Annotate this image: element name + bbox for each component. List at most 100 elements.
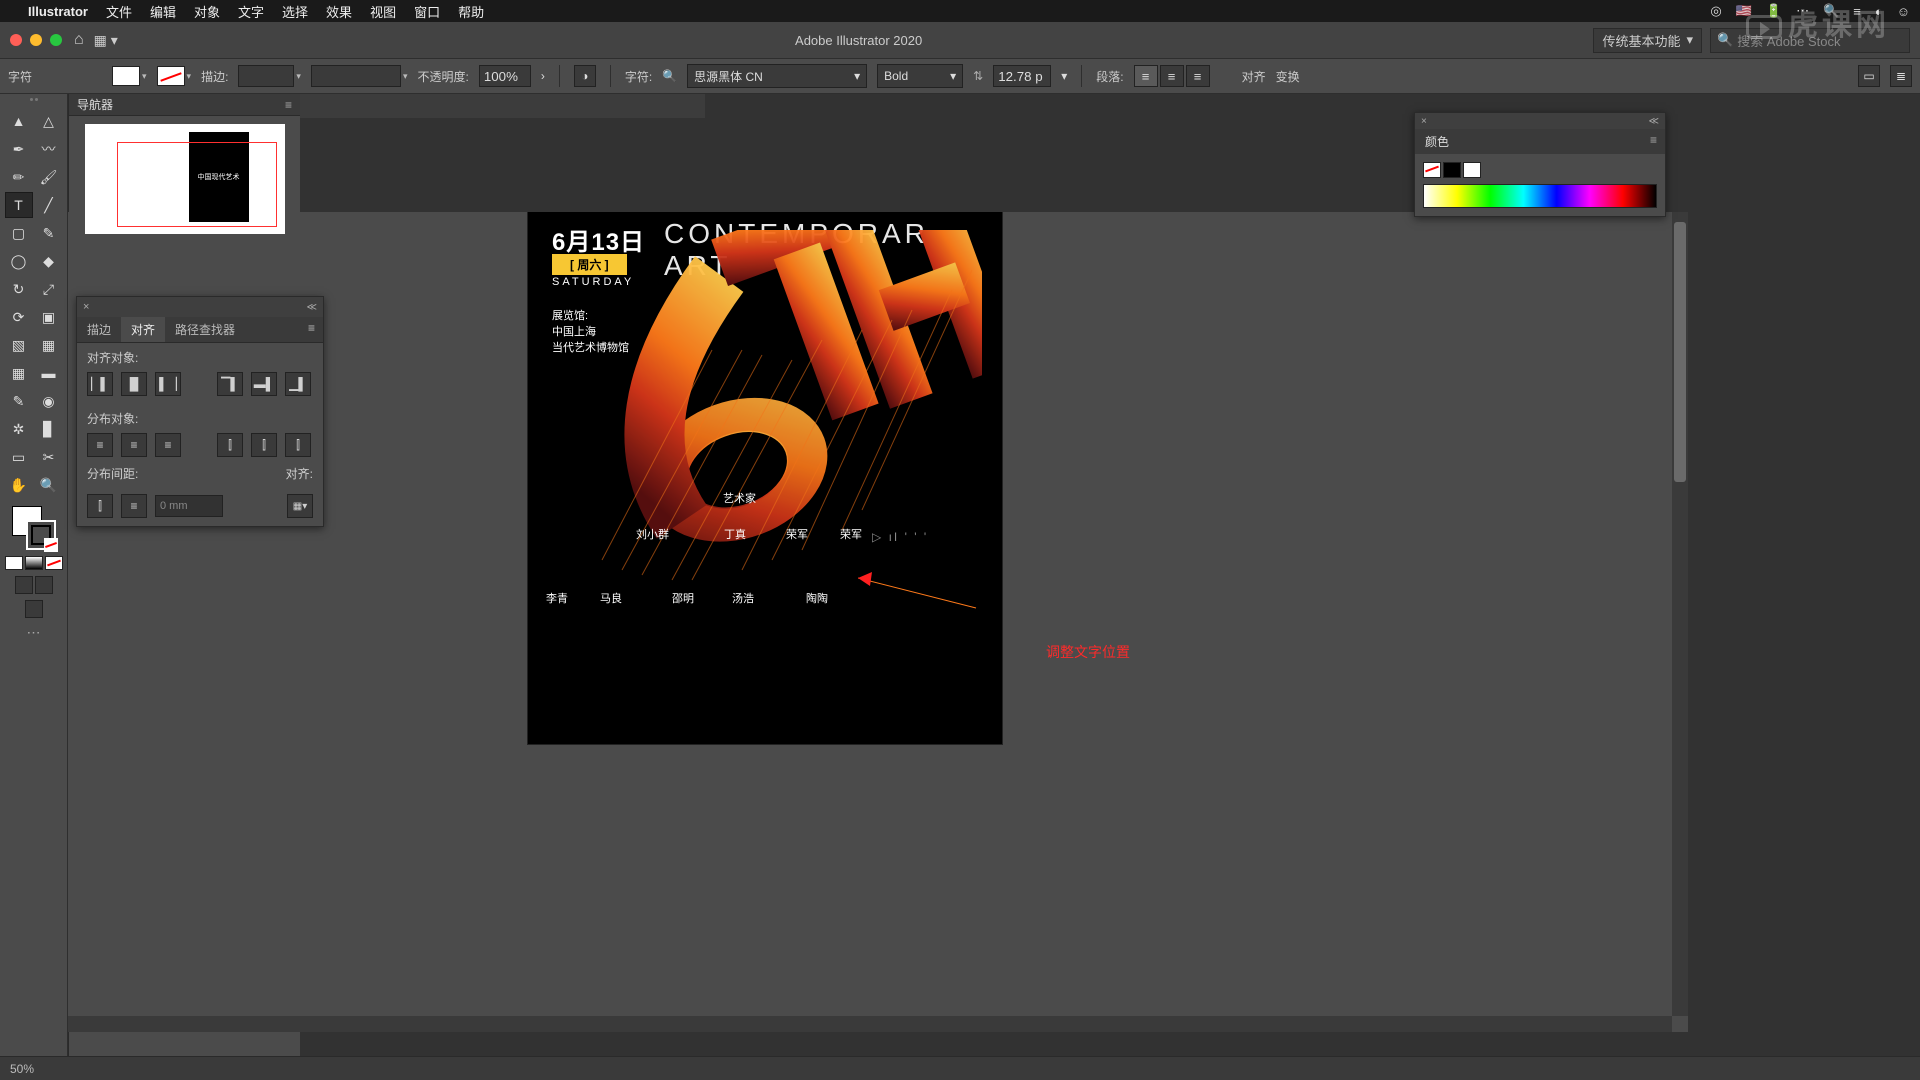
align-vcenter-icon[interactable]: ▬▌ — [251, 372, 277, 396]
menu-effect[interactable]: 效果 — [326, 2, 352, 21]
window-controls[interactable] — [10, 34, 62, 46]
tab-align[interactable]: 对齐 — [121, 317, 165, 342]
font-family-select[interactable]: 思源黑体 CN▾ — [687, 64, 867, 88]
paintbrush-tool[interactable]: ✎ — [35, 220, 63, 246]
app-menu[interactable]: Illustrator — [28, 4, 88, 19]
blend-tool[interactable]: ◉ — [35, 388, 63, 414]
screen-mode-icon[interactable] — [25, 600, 43, 618]
dist-bottom-icon[interactable]: ≡ — [155, 433, 181, 457]
isolate-icon[interactable]: ▭ — [1858, 65, 1880, 87]
menu-window[interactable]: 窗口 — [414, 2, 440, 21]
workspace-switcher[interactable]: 传统基本功能▾ — [1593, 28, 1702, 53]
black-swatch-icon[interactable] — [1443, 162, 1461, 178]
vertical-scrollbar[interactable] — [1672, 212, 1688, 1016]
slice-tool[interactable]: ✂ — [35, 444, 63, 470]
stroke-profile[interactable]: ▾ — [311, 65, 408, 87]
battery-icon[interactable]: 🔋 — [1766, 3, 1782, 19]
perspective-tool[interactable]: ▦ — [35, 332, 63, 358]
gradient-mode-icon[interactable] — [25, 556, 43, 570]
fill-swatch[interactable]: ▾ — [112, 66, 147, 86]
fill-stroke-indicator[interactable] — [12, 506, 56, 550]
spotlight-icon[interactable]: 🔍 — [1823, 3, 1839, 19]
menu-help[interactable]: 帮助 — [458, 2, 484, 21]
dist-top-icon[interactable]: ≡ — [87, 433, 113, 457]
none-mode-icon[interactable] — [45, 556, 63, 570]
artboard-tool[interactable]: ▭ — [5, 444, 33, 470]
hand-tool[interactable]: ✋ — [5, 472, 33, 498]
align-to-select[interactable]: ▦▾ — [287, 494, 313, 518]
align-left-button[interactable]: ≡ — [1134, 65, 1158, 87]
rotate-tool[interactable]: ↻ — [5, 276, 33, 302]
dist-right-icon[interactable]: ⫿ — [285, 433, 311, 457]
navigator-tab[interactable]: 导航器 — [77, 96, 113, 113]
font-search-icon[interactable]: 🔍 — [662, 69, 677, 83]
minimize-window-icon[interactable] — [30, 34, 42, 46]
panel-menu-icon[interactable]: ≡ — [300, 317, 323, 342]
control-center-icon[interactable]: ≡ — [1853, 4, 1861, 19]
transform-link[interactable]: 变换 — [1276, 68, 1300, 85]
collapse-panel-icon[interactable]: ≪ — [307, 302, 317, 313]
none-swatch-icon[interactable] — [1423, 162, 1441, 178]
free-transform-tool[interactable]: ▣ — [35, 304, 63, 330]
color-spectrum[interactable] — [1423, 184, 1657, 208]
align-top-icon[interactable]: ▔▌ — [217, 372, 243, 396]
dist-vspace-icon[interactable]: ⫿ — [87, 494, 113, 518]
draw-normal-icon[interactable] — [15, 576, 33, 594]
options-icon[interactable]: ≣ — [1890, 65, 1912, 87]
close-window-icon[interactable] — [10, 34, 22, 46]
opacity-input[interactable] — [479, 65, 531, 87]
align-link[interactable]: 对齐 — [1242, 68, 1266, 85]
align-left-icon[interactable]: ▏▌ — [87, 372, 113, 396]
mesh-tool[interactable]: ▦ — [5, 360, 33, 386]
spacing-input[interactable] — [155, 495, 223, 517]
stroke-weight[interactable]: ▾ — [238, 65, 301, 87]
tab-pathfinder[interactable]: 路径查找器 — [165, 317, 245, 342]
dist-hspace-icon[interactable]: ≡ — [121, 494, 147, 518]
navigator-view-box[interactable] — [117, 142, 277, 227]
navigator-thumbnail[interactable]: 中国现代艺术 — [85, 124, 285, 234]
close-panel-icon[interactable]: × — [83, 301, 89, 313]
shaper-tool[interactable]: ◯ — [5, 248, 33, 274]
dist-left-icon[interactable]: ⫿ — [217, 433, 243, 457]
type-tool[interactable]: T — [5, 192, 33, 218]
tab-color[interactable]: 颜色 — [1415, 129, 1459, 154]
draw-behind-icon[interactable] — [35, 576, 53, 594]
recolor-icon[interactable]: ◑ — [574, 65, 596, 87]
align-center-button[interactable]: ≡ — [1160, 65, 1184, 87]
font-size-stepper[interactable]: ⇅ — [973, 69, 983, 83]
status-zoom[interactable]: 50% — [10, 1062, 34, 1076]
rectangle-tool[interactable]: ▢ — [5, 220, 33, 246]
eyedropper-tool[interactable]: ✎ — [5, 388, 33, 414]
tab-stroke[interactable]: 描边 — [77, 317, 121, 342]
edit-toolbar-icon[interactable]: ⋯ — [27, 624, 41, 641]
selection-tool[interactable]: ▲ — [5, 108, 33, 134]
menu-type[interactable]: 文字 — [238, 2, 264, 21]
column-graph-tool[interactable]: ▊ — [35, 416, 63, 442]
color-mode-icon[interactable] — [5, 556, 23, 570]
brush-tool[interactable]: ✏ — [5, 164, 33, 190]
pen-tool[interactable]: ✒ — [5, 136, 33, 162]
align-bottom-icon[interactable]: ▁▌ — [285, 372, 311, 396]
horizontal-scrollbar[interactable] — [68, 1016, 1672, 1032]
line-tool[interactable]: ╱ — [35, 192, 63, 218]
menu-edit[interactable]: 编辑 — [150, 2, 176, 21]
close-panel-icon[interactable]: × — [1421, 116, 1427, 127]
blob-brush-tool[interactable]: 🖌 — [35, 164, 63, 190]
stroke-swatch[interactable]: ▾ — [157, 66, 192, 86]
menu-object[interactable]: 对象 — [194, 2, 220, 21]
wifi-icon[interactable]: ⋯ — [1796, 3, 1809, 19]
dist-vcenter-icon[interactable]: ≡ — [121, 433, 147, 457]
zoom-tool[interactable]: 🔍 — [35, 472, 63, 498]
gradient-tool[interactable]: ▬ — [35, 360, 63, 386]
dist-hcenter-icon[interactable]: ⫿ — [251, 433, 277, 457]
menu-select[interactable]: 选择 — [282, 2, 308, 21]
panel-menu-icon[interactable]: ≡ — [1642, 129, 1665, 154]
symbol-sprayer-tool[interactable]: ✲ — [5, 416, 33, 442]
search-stock-input[interactable]: 🔍 搜索 Adobe Stock — [1710, 28, 1910, 53]
home-icon[interactable]: ⌂ — [74, 31, 84, 49]
maximize-window-icon[interactable] — [50, 34, 62, 46]
eraser-tool[interactable]: ◆ — [35, 248, 63, 274]
white-swatch-icon[interactable] — [1463, 162, 1481, 178]
obs-icon[interactable]: ◎ — [1710, 3, 1721, 19]
menu-view[interactable]: 视图 — [370, 2, 396, 21]
